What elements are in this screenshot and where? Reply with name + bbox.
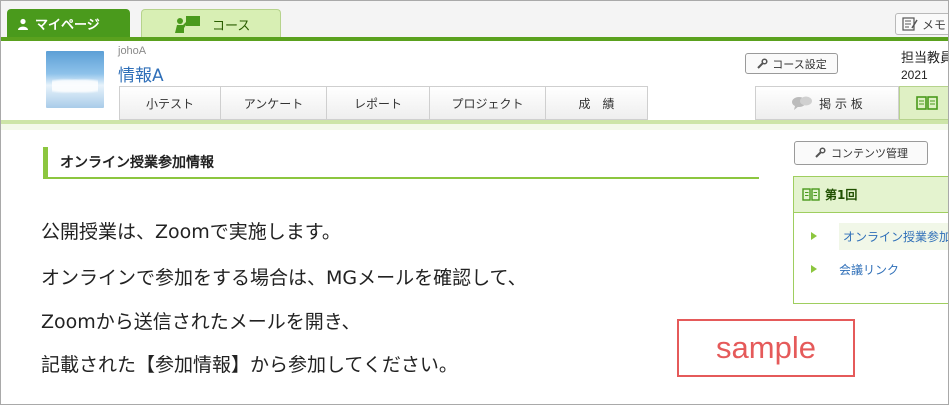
- body-text-line-1: 公開授業は、Zoomで実施します。: [41, 221, 341, 243]
- app-window: マイページ コース メモ johoA 情報A コース設定 担当教員 2021 小…: [0, 0, 949, 405]
- wrench-icon: [814, 147, 826, 159]
- bulletin-board-label: 掲 示 板: [819, 96, 863, 111]
- session-heading[interactable]: 第1回: [794, 177, 948, 213]
- book-icon: [802, 188, 820, 201]
- body-text-line-4: 記載された【参加情報】から参加してください。: [41, 354, 458, 376]
- year-label: 2021: [901, 68, 928, 82]
- subnav-item-project[interactable]: プロジェクト: [429, 86, 545, 120]
- section-title: オンライン授業参加情報: [43, 147, 759, 179]
- book-icon: [916, 96, 938, 110]
- bullet-icon: [811, 265, 817, 273]
- course-subnav: 小テスト アンケート レポート プロジェクト 成 績: [119, 86, 648, 120]
- body-text-line-2: オンラインで参加をする場合は、MGメールを確認して、: [41, 267, 527, 289]
- side-item-online-info[interactable]: オンライン授業参加情報: [794, 222, 948, 250]
- side-item-online-info-label: オンライン授業参加情報: [839, 222, 948, 250]
- tab-mypage[interactable]: マイページ: [7, 9, 130, 38]
- course-header: johoA 情報A コース設定 担当教員 2021 小テスト アンケート レポー…: [1, 41, 949, 121]
- user-icon: [17, 18, 29, 30]
- teacher-board-icon: [174, 15, 202, 33]
- course-thumbnail: [46, 51, 104, 108]
- memo-label: メモ: [922, 17, 947, 32]
- subnav-item-survey[interactable]: アンケート: [220, 86, 326, 120]
- course-settings-button[interactable]: コース設定: [745, 53, 838, 74]
- memo-icon: [902, 17, 918, 31]
- tab-mypage-label: マイページ: [35, 18, 100, 33]
- body-text-line-3: Zoomから送信されたメールを開き、: [41, 311, 361, 333]
- memo-button[interactable]: メモ: [895, 13, 948, 35]
- session-heading-label: 第1回: [825, 188, 858, 202]
- tab-course-label: コース: [212, 18, 251, 34]
- wrench-icon: [756, 57, 768, 70]
- sample-watermark: sample: [677, 319, 855, 377]
- subnav-item-report[interactable]: レポート: [326, 86, 429, 120]
- tab-course[interactable]: コース: [141, 9, 281, 38]
- contents-manage-button[interactable]: コンテンツ管理: [794, 141, 928, 165]
- teacher-label: 担当教員: [901, 51, 949, 66]
- speech-bubble-icon: [791, 95, 813, 111]
- side-item-meeting-link[interactable]: 会議リンク: [794, 255, 948, 283]
- subnav-item-quiz[interactable]: 小テスト: [119, 86, 220, 120]
- bulletin-board-tab[interactable]: 掲 示 板: [755, 86, 899, 120]
- contents-tab[interactable]: [899, 86, 948, 120]
- header-shadow: [1, 124, 948, 130]
- course-settings-label: コース設定: [772, 57, 827, 71]
- bullet-icon: [811, 232, 817, 240]
- subnav-item-grades[interactable]: 成 績: [545, 86, 648, 120]
- top-tab-bar: マイページ コース メモ: [1, 1, 948, 41]
- session-panel: 第1回 オンライン授業参加情報 会議リンク: [793, 176, 948, 304]
- contents-manage-label: コンテンツ管理: [831, 147, 908, 160]
- side-item-meeting-link-label: 会議リンク: [839, 262, 900, 277]
- course-code: johoA: [118, 45, 147, 57]
- course-name[interactable]: 情報A: [118, 61, 164, 86]
